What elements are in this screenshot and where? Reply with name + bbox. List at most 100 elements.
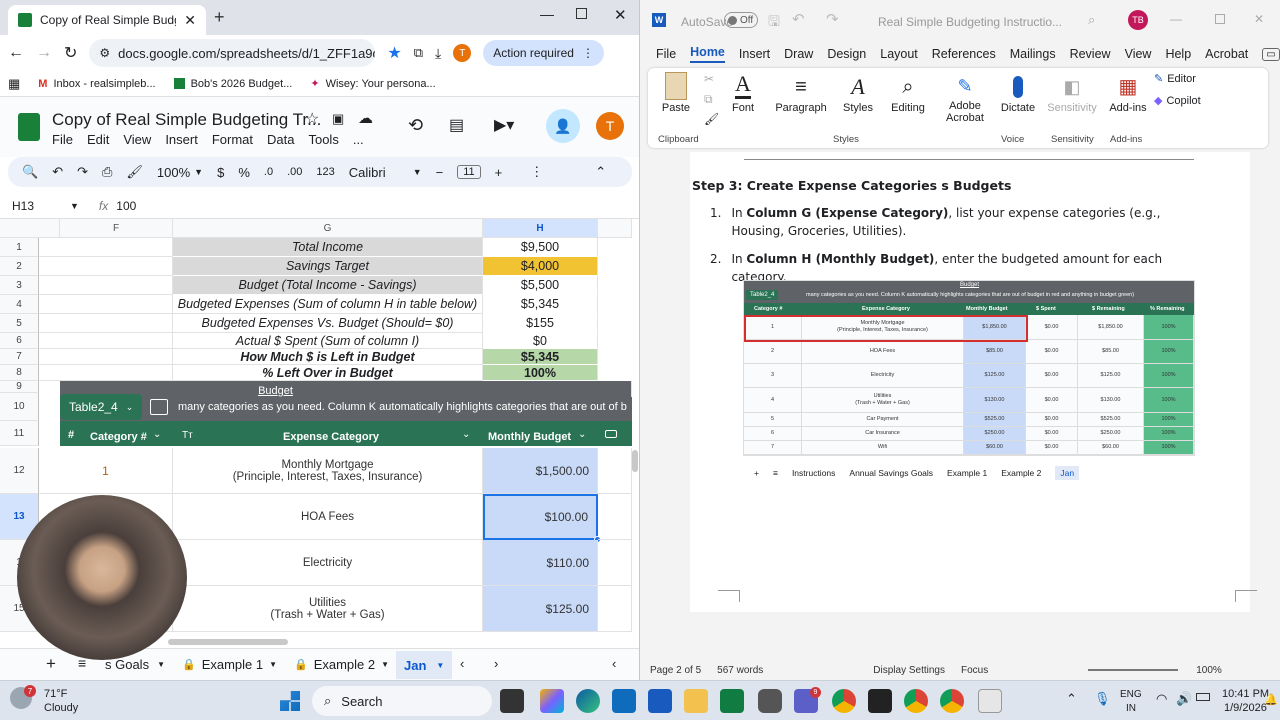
close-window-icon[interactable]: ✕	[1254, 12, 1264, 26]
row-header[interactable]: 2	[0, 257, 39, 276]
focus-button[interactable]: Focus	[961, 665, 988, 676]
language-indicator-1[interactable]: ENG	[1120, 689, 1142, 700]
collapse-toolbar-icon[interactable]: ⌃	[595, 164, 606, 180]
action-required-button[interactable]: Action required ⋮	[483, 40, 604, 66]
column-header-f[interactable]: F	[60, 219, 173, 238]
site-info-icon[interactable]: ⚙	[99, 46, 110, 60]
chevron-down-icon[interactable]: ⌄	[578, 429, 586, 440]
clock-date[interactable]: 1/9/2026	[1224, 702, 1267, 714]
format-painter-icon[interactable]: 🖌	[704, 112, 719, 126]
next-col-cell[interactable]	[598, 586, 632, 632]
store-icon[interactable]	[612, 689, 636, 713]
menu-file[interactable]: File	[656, 47, 676, 61]
menu-tools[interactable]: Tools	[308, 132, 338, 147]
language-indicator-2[interactable]: IN	[1126, 703, 1136, 714]
zoom-slider[interactable]	[1088, 669, 1179, 671]
adobe-acrobat-button[interactable]: ✎ Adobe Acrobat	[938, 72, 992, 124]
menu-design[interactable]: Design	[827, 47, 866, 61]
menu-review[interactable]: Review	[1070, 47, 1111, 61]
page-count[interactable]: Page 2 of 5	[650, 665, 701, 676]
font-select[interactable]: Calibri	[349, 165, 409, 180]
collapse-sidebar-icon[interactable]: ‹	[612, 656, 616, 671]
total-income-value[interactable]: $9,500	[483, 238, 598, 257]
undo-icon[interactable]: ↶	[792, 10, 805, 28]
reload-icon[interactable]: ↻	[64, 43, 77, 63]
menu-edit[interactable]: Edit	[87, 132, 109, 147]
savings-target-value[interactable]: $4,000	[483, 257, 598, 276]
profile-avatar[interactable]: T	[453, 44, 472, 62]
editor-button[interactable]: ✎ Editor	[1154, 72, 1196, 86]
cell-f8[interactable]	[39, 365, 173, 381]
menu-view[interactable]: View	[123, 132, 151, 147]
version-history-icon[interactable]: ⟲	[408, 115, 423, 136]
column-header-g[interactable]: G	[173, 219, 483, 238]
account-avatar[interactable]: T	[596, 112, 624, 140]
font-size-decrease-icon[interactable]: −	[436, 165, 444, 180]
user-avatar[interactable]: TB	[1128, 10, 1148, 30]
monthly-budget-cell[interactable]: $110.00	[483, 540, 598, 586]
taskbar-search[interactable]: ⌕ Search	[312, 686, 492, 716]
horizontal-scrollbar[interactable]	[168, 639, 288, 645]
currency-format-button[interactable]: $	[217, 165, 224, 180]
menu-acrobat[interactable]: Acrobat	[1205, 47, 1248, 61]
scroll-left-icon[interactable]: ‹	[460, 656, 464, 671]
volume-icon[interactable]: 🔊	[1176, 691, 1192, 707]
actual-spent-value[interactable]: $0	[483, 333, 598, 349]
name-box[interactable]: H13	[0, 199, 70, 213]
paragraph-button[interactable]: ≡ Paragraph	[774, 72, 828, 114]
header-monthly-budget[interactable]: Monthly Budget	[488, 431, 571, 443]
back-icon[interactable]: ←	[8, 44, 24, 62]
comments-icon[interactable]: ▤	[449, 115, 464, 135]
table-name-chip[interactable]: Table2_4 ⌄	[60, 394, 142, 420]
microphone-icon[interactable]: 🎙	[1094, 691, 1111, 707]
more-tools-icon[interactable]: ⋮	[530, 164, 543, 180]
percent-left-label[interactable]: % Left Over in Budget	[173, 365, 483, 381]
expense-category-cell[interactable]: HOA Fees	[173, 494, 483, 540]
cell-f4[interactable]	[39, 295, 173, 314]
row-header[interactable]: 1	[0, 238, 39, 257]
budget-value[interactable]: $5,500	[483, 276, 598, 295]
word-taskbar-icon[interactable]	[648, 689, 672, 713]
cloud-status-icon[interactable]: ☁	[358, 109, 373, 127]
row-header[interactable]: 11	[0, 421, 39, 446]
menu-format[interactable]: Format	[212, 132, 253, 147]
sensitivity-button[interactable]: ◧ Sensitivity	[1044, 72, 1100, 114]
expense-category-cell[interactable]: Electricity	[173, 540, 483, 586]
cell-f5[interactable]	[39, 314, 173, 333]
show-hidden-icons[interactable]: ⌃	[1066, 691, 1077, 707]
scroll-right-icon[interactable]: ›	[494, 656, 498, 671]
start-icon[interactable]	[280, 691, 300, 711]
column-header-next[interactable]	[598, 219, 632, 238]
font-size-input[interactable]: 11	[457, 165, 481, 179]
expense-category-cell[interactable]: Monthly Mortgage (Principle, Interest, T…	[173, 448, 483, 494]
row-header[interactable]: 6	[0, 333, 39, 349]
font-button[interactable]: A Font	[728, 72, 758, 115]
task-view-icon[interactable]	[500, 689, 524, 713]
actual-spent-label[interactable]: Actual $ Spent (Sum of column I)	[173, 333, 483, 349]
bookmark-inbox[interactable]: M Inbox - realsimpleb...	[38, 78, 155, 90]
minimize-icon[interactable]: —	[1170, 12, 1182, 26]
row-header[interactable]: 10	[0, 393, 39, 421]
sheet-tab-goals[interactable]: s Goals ▼	[105, 657, 165, 672]
menu-file[interactable]: File	[52, 132, 73, 147]
comments-icon[interactable]: ▭	[1262, 47, 1280, 61]
download-icon[interactable]: ⤓	[435, 45, 441, 62]
header-expense-category[interactable]: Expense Category	[283, 431, 379, 443]
menu-references[interactable]: References	[932, 47, 996, 61]
percent-left-value[interactable]: 100%	[483, 365, 598, 381]
row-header[interactable]: 4	[0, 295, 39, 314]
sheets-logo-icon[interactable]	[18, 113, 40, 141]
zoom-percent[interactable]: 100%	[1196, 665, 1222, 676]
percent-format-button[interactable]: %	[238, 165, 250, 180]
meet-icon[interactable]: ▶▾	[494, 115, 514, 135]
document-page[interactable]: Step 3: Create Expense Categories s Budg…	[690, 152, 1257, 612]
snip-tool-icon[interactable]	[978, 689, 1002, 713]
font-size-increase-icon[interactable]: +	[495, 165, 503, 180]
apps-grid-icon[interactable]: ▦	[8, 76, 20, 92]
bookmark-wisey[interactable]: ✦ Wisey: Your persona...	[310, 77, 435, 91]
embedded-sheet-screenshot[interactable]: Budget Table2_4 many categories as you n…	[743, 280, 1195, 480]
weather-condition[interactable]: Cloudy	[44, 702, 78, 714]
formula-input[interactable]: 100	[116, 199, 136, 213]
budget-label[interactable]: Budget (Total Income - Savings)	[173, 276, 483, 295]
menu-more[interactable]: ...	[353, 132, 364, 147]
